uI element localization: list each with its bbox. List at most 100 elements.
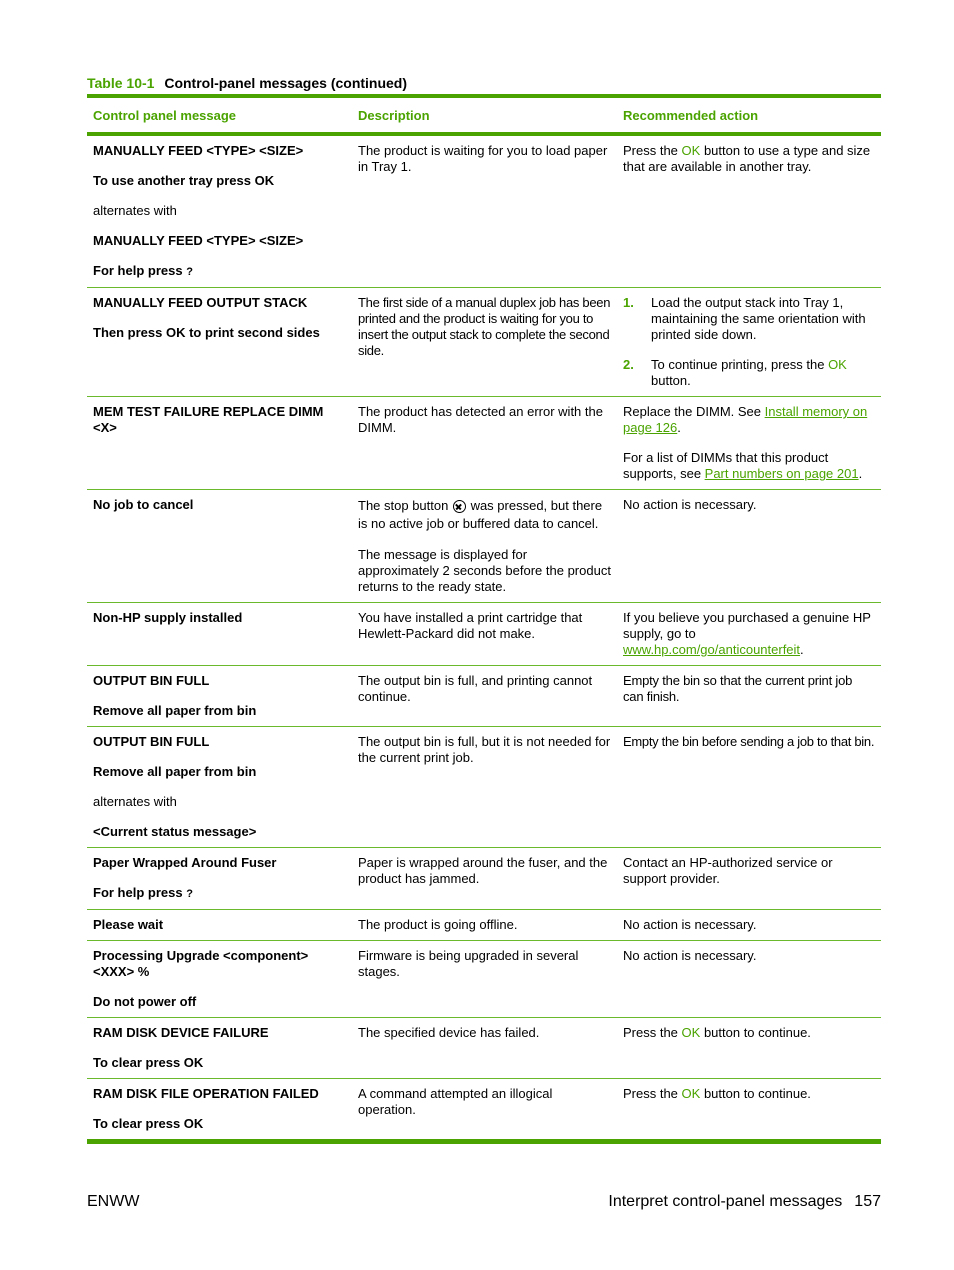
- action-cell: Contact an HP-authorized service or supp…: [617, 848, 881, 910]
- step-pre: To continue printing, press the: [651, 357, 829, 372]
- description-text: The output bin is full, and printing can…: [358, 673, 593, 704]
- description-text: The first side of a manual duplex job ha…: [358, 295, 611, 358]
- message-line: alternates with: [93, 203, 177, 218]
- ok-button-label: OK: [828, 357, 847, 372]
- header-action: Recommended action: [623, 108, 759, 123]
- description-text: A command attempted an illogical operati…: [358, 1086, 553, 1117]
- help-icon: ?: [186, 888, 193, 900]
- message-line: For help press ?: [93, 263, 346, 280]
- action-pre: Press the: [623, 1025, 682, 1040]
- table-row: MEM TEST FAILURE REPLACE DIMM <X> The pr…: [87, 397, 881, 490]
- help-text: For help press: [93, 885, 183, 900]
- table-row: MANUALLY FEED <TYPE> <SIZE> To use anoth…: [87, 134, 881, 288]
- table-row: Non-HP supply installed You have install…: [87, 603, 881, 666]
- step-number: 2.: [623, 357, 634, 372]
- footer-right: Interpret control-panel messages 157: [608, 1193, 881, 1211]
- action-text: Contact an HP-authorized service or supp…: [623, 855, 833, 886]
- step-item: 2. To continue printing, press the OK but…: [623, 357, 875, 389]
- message-line: MANUALLY FEED OUTPUT STACK: [93, 295, 308, 310]
- ok-button-label: OK: [681, 143, 701, 158]
- message-line: Processing Upgrade <component> <XXX> %: [93, 948, 309, 979]
- action-cell: Empty the bin so that the current print …: [617, 666, 881, 727]
- action-cell: If you believe you purchased a genuine H…: [617, 603, 881, 666]
- message-cell: Please wait: [87, 910, 352, 941]
- description-text: The product has detected an error with t…: [358, 404, 603, 435]
- message-line: To clear press OK: [93, 1055, 204, 1070]
- action-text: Empty the bin before sending a job to th…: [623, 734, 875, 749]
- anticounterfeit-link[interactable]: www.hp.com/go/anticounterfeit: [623, 642, 800, 657]
- description-text: The product is going offline.: [358, 917, 518, 932]
- message-line: <Current status message>: [93, 824, 257, 839]
- action-cell: Press the OK button to continue.: [617, 1018, 881, 1079]
- description-text: The product is waiting for you to load p…: [358, 143, 608, 174]
- part-numbers-link[interactable]: Part numbers on page 201: [705, 466, 859, 481]
- description-cell: The first side of a manual duplex job ha…: [352, 288, 617, 397]
- action-cell: No action is necessary.: [617, 941, 881, 1018]
- action-post: .: [858, 466, 863, 481]
- action-text: Replace the DIMM. See Install memory on …: [623, 404, 875, 436]
- steps-list: 1. Load the output stack into Tray 1, mai…: [623, 295, 875, 389]
- action-text: No action is necessary.: [623, 917, 757, 932]
- description-cell: The output bin is full, and printing can…: [352, 666, 617, 727]
- ok-button-label: OK: [681, 1025, 701, 1040]
- message-cell: Paper Wrapped Around Fuser For help pres…: [87, 848, 352, 910]
- footer-section: Interpret control-panel messages: [608, 1193, 843, 1210]
- table-row: No job to cancel The stop button was pre…: [87, 490, 881, 603]
- table-row: OUTPUT BIN FULL Remove all paper from bi…: [87, 727, 881, 848]
- table-row: Processing Upgrade <component> <XXX> % D…: [87, 941, 881, 1018]
- message-cell: OUTPUT BIN FULL Remove all paper from bi…: [87, 666, 352, 727]
- action-text: For a list of DIMMs that this product su…: [623, 450, 875, 482]
- message-line: OUTPUT BIN FULL: [93, 673, 210, 688]
- step-text: Load the output stack into Tray 1, maint…: [651, 295, 866, 342]
- message-line: Non-HP supply installed: [93, 610, 243, 625]
- description-text: The output bin is full, but it is not ne…: [358, 734, 611, 765]
- page-content: Table 10-1 Control-panel messages (conti…: [87, 74, 881, 1144]
- message-line: MANUALLY FEED <TYPE> <SIZE>: [93, 143, 304, 158]
- description-cell: The stop button was pressed, but there i…: [352, 490, 617, 603]
- description-cell: The specified device has failed.: [352, 1018, 617, 1079]
- message-line: RAM DISK FILE OPERATION FAILED: [93, 1086, 319, 1101]
- message-line: To use another tray press OK: [93, 173, 275, 188]
- page-footer: ENWW Interpret control-panel messages 157: [87, 1193, 881, 1211]
- action-post: button to continue.: [700, 1086, 811, 1101]
- action-cell: Press the OK button to continue.: [617, 1079, 881, 1142]
- message-cell: MEM TEST FAILURE REPLACE DIMM <X>: [87, 397, 352, 490]
- table-number: Table 10-1: [87, 75, 155, 91]
- stop-icon: [452, 500, 466, 513]
- message-line: alternates with: [93, 794, 177, 809]
- message-cell: RAM DISK FILE OPERATION FAILED To clear …: [87, 1079, 352, 1142]
- action-post: .: [677, 420, 681, 435]
- description-text: The specified device has failed.: [358, 1025, 540, 1040]
- message-line: MANUALLY FEED <TYPE> <SIZE>: [93, 233, 304, 248]
- message-line: Paper Wrapped Around Fuser: [93, 855, 277, 870]
- message-line: Remove all paper from bin: [93, 703, 257, 718]
- action-pre: If you believe you purchased a genuine H…: [623, 610, 871, 641]
- page-number: 157: [854, 1193, 881, 1210]
- action-cell: No action is necessary.: [617, 490, 881, 603]
- message-cell: MANUALLY FEED <TYPE> <SIZE> To use anoth…: [87, 134, 352, 288]
- description-cell: The product has detected an error with t…: [352, 397, 617, 490]
- message-line: Then press OK to print second sides: [93, 325, 320, 340]
- description-text: The message is displayed for approximate…: [358, 547, 611, 594]
- action-text: Press the OK button to continue.: [623, 1086, 875, 1102]
- step-text: To continue printing, press the OK butto…: [651, 357, 875, 389]
- action-cell: No action is necessary.: [617, 910, 881, 941]
- action-cell: Replace the DIMM. See Install memory on …: [617, 397, 881, 490]
- description-text: The stop button was pressed, but there i…: [358, 497, 611, 533]
- action-post: .: [800, 642, 804, 657]
- message-line: OUTPUT BIN FULL: [93, 734, 210, 749]
- message-line: No job to cancel: [93, 497, 194, 512]
- header-description: Description: [358, 108, 430, 123]
- step-number: 1.: [623, 295, 634, 310]
- description-cell: The output bin is full, but it is not ne…: [352, 727, 617, 848]
- description-pre: The stop button: [358, 498, 452, 513]
- message-line: MEM TEST FAILURE REPLACE DIMM <X>: [93, 404, 324, 435]
- description-cell: The product is going offline.: [352, 910, 617, 941]
- description-cell: A command attempted an illogical operati…: [352, 1079, 617, 1142]
- table-row: Paper Wrapped Around Fuser For help pres…: [87, 848, 881, 910]
- table-title: Control-panel messages (continued): [164, 75, 408, 91]
- action-pre: Press the: [623, 1086, 682, 1101]
- action-pre: Press the: [623, 143, 682, 158]
- table-row: Please wait The product is going offline…: [87, 910, 881, 941]
- message-cell: MANUALLY FEED OUTPUT STACK Then press OK…: [87, 288, 352, 397]
